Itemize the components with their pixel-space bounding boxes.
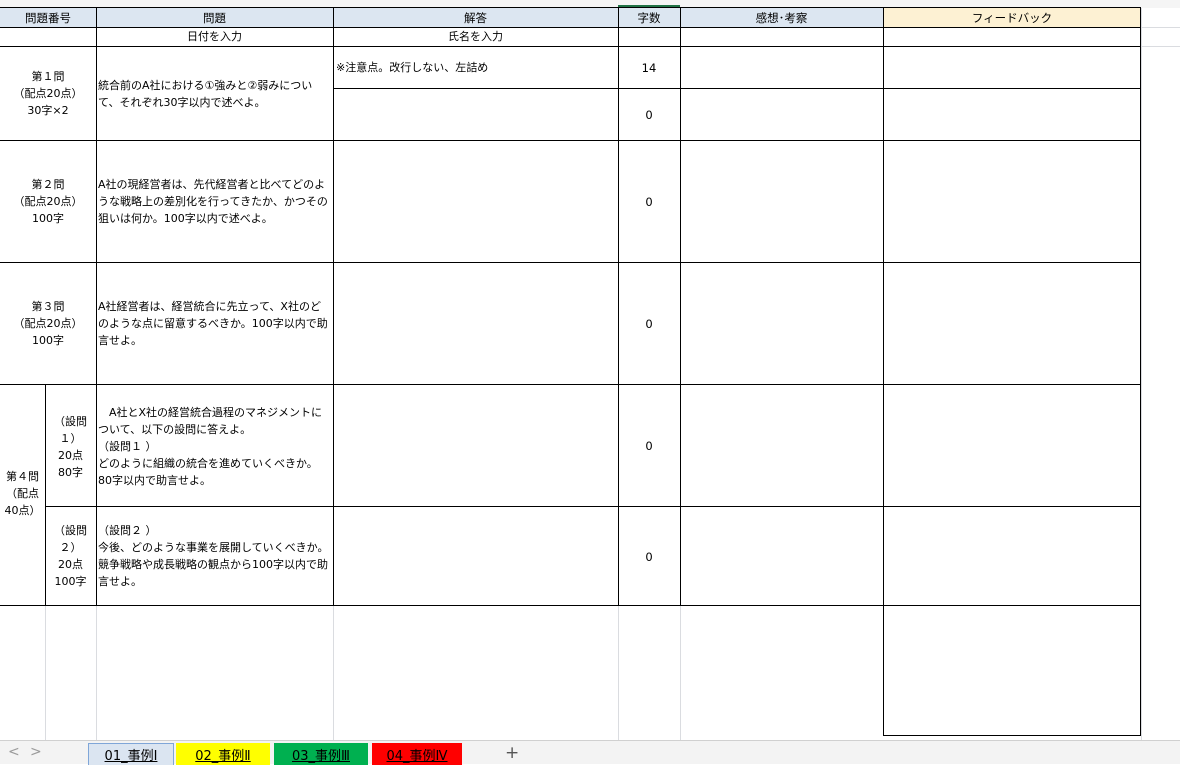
gridline [1141, 46, 1180, 47]
add-sheet-button[interactable]: + [505, 743, 519, 763]
sheet-tab-label: 04_事例Ⅳ [386, 748, 448, 764]
header-question-number[interactable]: 問題番号 [0, 8, 96, 27]
q2-label[interactable]: 第２問 （配点20点） 100字 [0, 176, 96, 227]
sheet-tab-04[interactable]: 04_事例Ⅳ [372, 743, 462, 765]
sheet-tab-label: 02_事例Ⅱ [195, 748, 251, 764]
q3-label[interactable]: 第３問 （配点20点） 100字 [0, 298, 96, 349]
border [333, 88, 1141, 89]
header-reflection[interactable]: 感想･考察 [680, 8, 883, 27]
border [0, 384, 1141, 385]
gridline [618, 605, 619, 740]
q1-char-count-2[interactable]: 0 [618, 108, 680, 122]
header-question[interactable]: 問題 [96, 8, 333, 27]
q1-question-text[interactable]: 統合前のA社における①強みと②弱みについて、それぞれ30字以内で述べよ。 [98, 77, 331, 111]
q3-question-text[interactable]: A社経営者は、経営統合に先立って、X社のどのような点に留意するべきか。100字以… [98, 298, 331, 349]
q4-sub1-char-count[interactable]: 0 [618, 439, 680, 453]
prev-sheet-button[interactable]: < [8, 744, 20, 760]
sheet-tab-label: 01_事例Ⅰ [104, 749, 158, 764]
date-input-cell[interactable]: 日付を入力 [96, 28, 333, 45]
sheet-tab-03[interactable]: 03_事例Ⅲ [274, 743, 368, 765]
gridline [1141, 8, 1142, 740]
q1-answer-cell-1[interactable]: ※注意点。改行しない、左詰め [336, 59, 616, 76]
q2-char-count[interactable]: 0 [618, 195, 680, 209]
border [96, 8, 97, 605]
gridline [680, 605, 681, 740]
gridline [333, 605, 334, 740]
border [680, 8, 681, 605]
border [0, 46, 1141, 47]
border [0, 140, 1141, 141]
q1-label[interactable]: 第１問 （配点20点） 30字×2 [0, 68, 96, 119]
q4-sub2-label[interactable]: （設問 ２） 20点 100字 [45, 522, 96, 590]
header-answer[interactable]: 解答 [333, 8, 618, 27]
name-input-cell[interactable]: 氏名を入力 [333, 28, 618, 45]
q1-char-count-1[interactable]: 14 [618, 61, 680, 75]
sheet-tab-bar: < > 01_事例Ⅰ 02_事例Ⅱ 03_事例Ⅲ 04_事例Ⅳ + [0, 740, 1180, 765]
sheet-tab-label: 03_事例Ⅲ [291, 748, 350, 764]
q4-label[interactable]: 第４問 （配点 40点） [0, 468, 45, 519]
border [0, 605, 1141, 606]
border [0, 7, 1141, 8]
q3-char-count[interactable]: 0 [618, 317, 680, 331]
gridline [96, 605, 97, 740]
q4-sub2-question-text[interactable]: （設問２ ） 今後、どのような事業を展開していくべきか。競争戦略や成長戦略の観点… [98, 522, 331, 590]
border [883, 735, 1141, 736]
next-sheet-button[interactable]: > [30, 744, 42, 760]
sheet-tab-02[interactable]: 02_事例Ⅱ [176, 743, 270, 765]
q4-sub2-char-count[interactable]: 0 [618, 550, 680, 564]
border [0, 262, 1141, 263]
gridline [45, 605, 46, 740]
q2-question-text[interactable]: A社の現経営者は、先代経営者と比べてどのような戦略上の差別化を行ってきたか、かつ… [98, 176, 331, 227]
q4-sub1-question-text[interactable]: A社とX社の経営統合過程のマネジメントについて、以下の設問に答えよ。 （設問１ … [98, 404, 331, 489]
q4-sub1-label[interactable]: （設問 １） 20点 80字 [45, 413, 96, 481]
border [618, 8, 619, 605]
border [883, 8, 884, 736]
header-char-count[interactable]: 字数 [618, 8, 680, 27]
border [45, 506, 1141, 507]
border [333, 8, 334, 605]
header-feedback[interactable]: フィードバック [883, 8, 1141, 27]
sheet-tab-01[interactable]: 01_事例Ⅰ [88, 743, 174, 765]
border [1140, 8, 1141, 736]
